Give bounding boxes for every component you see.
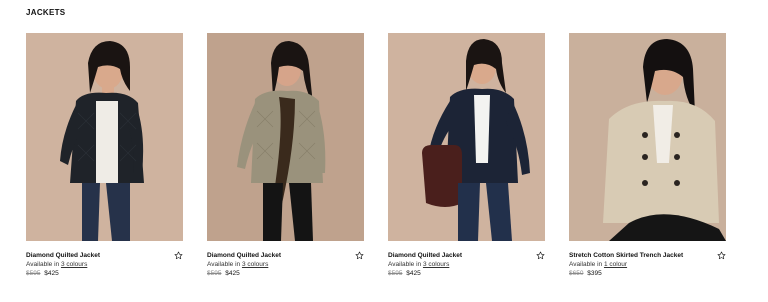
- product-meta: Diamond Quilted Jacket Available in 3 co…: [207, 251, 364, 278]
- model-photo-beige-trench-jacket: [569, 33, 726, 241]
- original-price: $650: [569, 270, 584, 277]
- product-meta: Diamond Quilted Jacket Available in 3 co…: [26, 251, 183, 278]
- product-card[interactable]: Diamond Quilted Jacket Available in 3 co…: [207, 33, 364, 283]
- star-outline-icon[interactable]: [717, 251, 726, 260]
- product-meta: Stretch Cotton Skirted Trench Jacket Ava…: [569, 251, 726, 278]
- price: $650 $395: [569, 269, 726, 278]
- original-price: $595: [207, 270, 222, 277]
- product-image[interactable]: [207, 33, 364, 241]
- sale-price: $425: [406, 270, 421, 277]
- colours-link[interactable]: 3 colours: [61, 261, 87, 268]
- price: $595 $425: [388, 269, 545, 278]
- colours-link[interactable]: 3 colours: [242, 261, 268, 268]
- section-title: JACKETS: [26, 8, 66, 17]
- sale-price: $425: [44, 270, 59, 277]
- product-image[interactable]: [388, 33, 545, 241]
- product-meta: Diamond Quilted Jacket Available in 3 co…: [388, 251, 545, 278]
- model-photo-navy-quilted-jacket: [26, 33, 183, 241]
- sale-price: $395: [587, 270, 602, 277]
- sale-price: $425: [225, 270, 240, 277]
- star-outline-icon[interactable]: [174, 251, 183, 260]
- original-price: $595: [388, 270, 403, 277]
- availability-prefix: Available in: [388, 261, 422, 268]
- product-name[interactable]: Diamond Quilted Jacket: [207, 251, 364, 260]
- price: $595 $425: [207, 269, 364, 278]
- model-photo-khaki-quilted-jacket: [207, 33, 364, 241]
- star-outline-icon[interactable]: [536, 251, 545, 260]
- product-grid: Diamond Quilted Jacket Available in 3 co…: [26, 33, 736, 293]
- availability: Available in 1 colour: [569, 260, 726, 269]
- availability: Available in 3 colours: [207, 260, 364, 269]
- product-name[interactable]: Diamond Quilted Jacket: [26, 251, 183, 260]
- availability-prefix: Available in: [26, 261, 60, 268]
- colours-link[interactable]: 1 colour: [604, 261, 627, 268]
- availability-prefix: Available in: [207, 261, 241, 268]
- availability-prefix: Available in: [569, 261, 603, 268]
- product-card[interactable]: Diamond Quilted Jacket Available in 3 co…: [388, 33, 545, 283]
- star-outline-icon[interactable]: [355, 251, 364, 260]
- original-price: $595: [26, 270, 41, 277]
- product-name[interactable]: Stretch Cotton Skirted Trench Jacket: [569, 251, 726, 260]
- product-name[interactable]: Diamond Quilted Jacket: [388, 251, 545, 260]
- product-image[interactable]: [26, 33, 183, 241]
- availability: Available in 3 colours: [26, 260, 183, 269]
- availability: Available in 3 colours: [388, 260, 545, 269]
- model-photo-navy-jacket-with-bag: [388, 33, 545, 241]
- product-card[interactable]: Diamond Quilted Jacket Available in 3 co…: [26, 33, 183, 283]
- product-card[interactable]: Stretch Cotton Skirted Trench Jacket Ava…: [569, 33, 726, 283]
- colours-link[interactable]: 3 colours: [423, 261, 449, 268]
- product-image[interactable]: [569, 33, 726, 241]
- price: $595 $425: [26, 269, 183, 278]
